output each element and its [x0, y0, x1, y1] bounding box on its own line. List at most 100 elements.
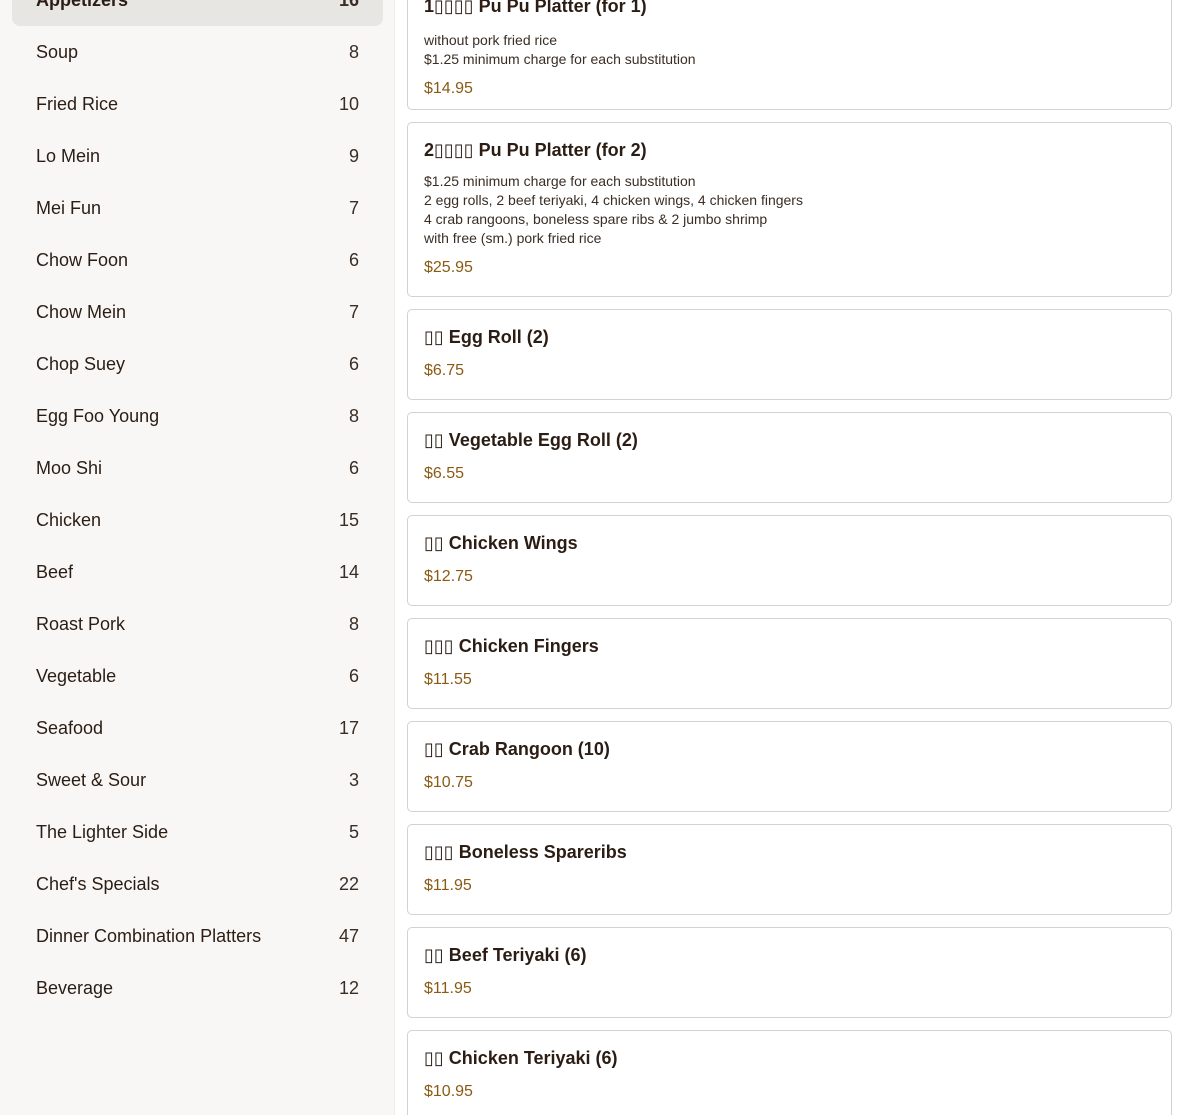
menu-item-card[interactable]: ▯▯ Chicken Wings $12.75 — [407, 515, 1172, 606]
menu-item-name: ▯▯ Vegetable Egg Roll (2) — [424, 430, 638, 450]
menu-item-price: $14.95 — [424, 80, 473, 97]
category-count: 6 — [348, 665, 359, 686]
menu-item-price: $12.75 — [424, 568, 473, 585]
menu-item-card[interactable]: 1▯▯▯▯ Pu Pu Platter (for 1) without pork … — [407, 0, 1172, 110]
menu-item-name: ▯▯ Beef Teriyaki (6) — [424, 945, 587, 965]
category-label: Egg Foo Young — [36, 405, 160, 426]
category-item[interactable]: Seafood 17 — [12, 702, 383, 754]
description-line: 2 egg rolls, 2 beef teriyaki, 4 chicken … — [424, 192, 803, 208]
menu-item-card[interactable]: ▯▯ Egg Roll (2) $6.75 — [407, 309, 1172, 400]
category-label: Sweet & Sour — [36, 769, 147, 790]
category-count: 8 — [348, 41, 359, 62]
menu-item-price: $6.75 — [424, 362, 465, 379]
category-label: Chicken — [36, 509, 102, 530]
category-item[interactable]: Egg Foo Young 8 — [12, 390, 383, 442]
menu-item-card[interactable]: 2▯▯▯▯ Pu Pu Platter (for 2) $1.25 minimum… — [407, 122, 1172, 297]
category-label: Seafood — [36, 717, 104, 738]
menu-item-name: 2▯▯▯▯ Pu Pu Platter (for 2) — [424, 140, 647, 160]
category-list: Appetizers 16 Soup 8 Fried Rice 10 Lo Mein 9 Mei… — [12, 0, 383, 1014]
category-count: 6 — [348, 249, 359, 270]
menu-item-name: ▯▯▯ Boneless Spareribs — [424, 842, 627, 862]
menu-item-price: $10.75 — [424, 774, 473, 791]
category-item[interactable]: Lo Mein 9 — [12, 130, 383, 182]
menu-item-price: $11.95 — [424, 980, 472, 997]
menu-item-card[interactable]: ▯▯▯ Boneless Spareribs $11.95 — [407, 824, 1172, 915]
category-label: Soup — [36, 41, 79, 62]
description-line: without pork fried rice — [424, 32, 558, 48]
category-count: 14 — [338, 561, 359, 582]
category-item[interactable]: Appetizers 16 — [12, 0, 383, 26]
category-count: 5 — [348, 821, 359, 842]
category-item[interactable]: Fried Rice 10 — [12, 78, 383, 130]
category-label: Dinner Combination Platters — [36, 925, 262, 946]
menu-item-description: without pork fried rice $1.25 minimum cha… — [424, 31, 696, 69]
description-line: $1.25 minimum charge for each substituti… — [424, 173, 696, 189]
category-label: Chow Foon — [36, 249, 129, 270]
category-count: 7 — [348, 301, 359, 322]
category-count: 6 — [348, 353, 359, 374]
category-count: 22 — [338, 873, 359, 894]
category-count: 17 — [338, 717, 359, 738]
category-item[interactable]: The Lighter Side 5 — [12, 806, 383, 858]
category-count: 12 — [338, 977, 359, 998]
menu-item-card[interactable]: ▯▯▯ Chicken Fingers $11.55 — [407, 618, 1172, 709]
category-label: The Lighter Side — [36, 821, 169, 842]
menu-item-name: ▯▯ Crab Rangoon (10) — [424, 739, 610, 759]
menu-item-price: $11.55 — [424, 671, 472, 688]
category-label: Mei Fun — [36, 197, 102, 218]
category-label: Appetizers — [36, 0, 128, 11]
menu-item-name: ▯▯ Chicken Teriyaki (6) — [424, 1048, 618, 1068]
category-label: Moo Shi — [36, 457, 103, 478]
category-item[interactable]: Dinner Combination Platters 47 — [12, 910, 383, 962]
menu-item-name: ▯▯ Egg Roll (2) — [424, 327, 549, 347]
category-label: Lo Mein — [36, 145, 101, 166]
category-label: Beverage — [36, 977, 114, 998]
category-item[interactable]: Chow Mein 7 — [12, 286, 383, 338]
menu-page: Appetizers 16 Soup 8 Fried Rice 10 Lo Mein 9 Mei… — [0, 0, 1204, 1115]
category-count: 8 — [348, 405, 359, 426]
menu-item-price: $11.95 — [424, 877, 472, 894]
category-count: 47 — [338, 925, 359, 946]
category-item[interactable]: Sweet & Sour 3 — [12, 754, 383, 806]
category-item[interactable]: Chicken 15 — [12, 494, 383, 546]
menu-item-description: $1.25 minimum charge for each substituti… — [424, 172, 803, 248]
category-count: 7 — [348, 197, 359, 218]
category-label: Roast Pork — [36, 613, 126, 634]
category-count: 9 — [348, 145, 359, 166]
menu-item-card[interactable]: ▯▯ Beef Teriyaki (6) $11.95 — [407, 927, 1172, 1018]
category-label: Chow Mein — [36, 301, 127, 322]
scrollbar[interactable] — [1184, 0, 1204, 1115]
category-item[interactable]: Chop Suey 6 — [12, 338, 383, 390]
category-item[interactable]: Beverage 12 — [12, 962, 383, 1014]
category-label: Chef's Specials — [36, 873, 160, 894]
menu-item-price: $6.55 — [424, 465, 465, 482]
category-count: 10 — [338, 93, 359, 114]
category-item[interactable]: Chow Foon 6 — [12, 234, 383, 286]
description-line: 4 crab rangoons, boneless spare ribs & 2… — [424, 211, 768, 227]
category-label: Fried Rice — [36, 93, 119, 114]
category-count: 15 — [338, 509, 359, 530]
menu-item-card[interactable]: ▯▯ Crab Rangoon (10) $10.75 — [407, 721, 1172, 812]
category-item[interactable]: Beef 14 — [12, 546, 383, 598]
category-item[interactable]: Mei Fun 7 — [12, 182, 383, 234]
menu-item-name: ▯▯▯ Chicken Fingers — [424, 636, 599, 656]
menu-item-name: ▯▯ Chicken Wings — [424, 533, 578, 553]
menu-item-price: $10.95 — [424, 1083, 473, 1100]
category-label: Chop Suey — [36, 353, 126, 374]
menu-item-list: 1▯▯▯▯ Pu Pu Platter (for 1) without pork … — [407, 0, 1172, 1115]
menu-item-card[interactable]: ▯▯ Chicken Teriyaki (6) $10.95 — [407, 1030, 1172, 1115]
category-item[interactable]: Roast Pork 8 — [12, 598, 383, 650]
description-line: $1.25 minimum charge for each substituti… — [424, 51, 696, 67]
menu-item-card[interactable]: ▯▯ Vegetable Egg Roll (2) $6.55 — [407, 412, 1172, 503]
category-item[interactable]: Chef's Specials 22 — [12, 858, 383, 910]
menu-item-price: $25.95 — [424, 259, 473, 276]
category-item[interactable]: Soup 8 — [12, 26, 383, 78]
category-item[interactable]: Moo Shi 6 — [12, 442, 383, 494]
category-item[interactable]: Vegetable 6 — [12, 650, 383, 702]
description-line: with free (sm.) pork fried rice — [424, 230, 602, 246]
category-count: 6 — [348, 457, 359, 478]
category-label: Vegetable — [36, 665, 117, 686]
category-label: Beef — [36, 561, 74, 582]
category-count: 8 — [348, 613, 359, 634]
category-sidebar: Appetizers 16 Soup 8 Fried Rice 10 Lo Mein 9 Mei… — [0, 0, 395, 1115]
